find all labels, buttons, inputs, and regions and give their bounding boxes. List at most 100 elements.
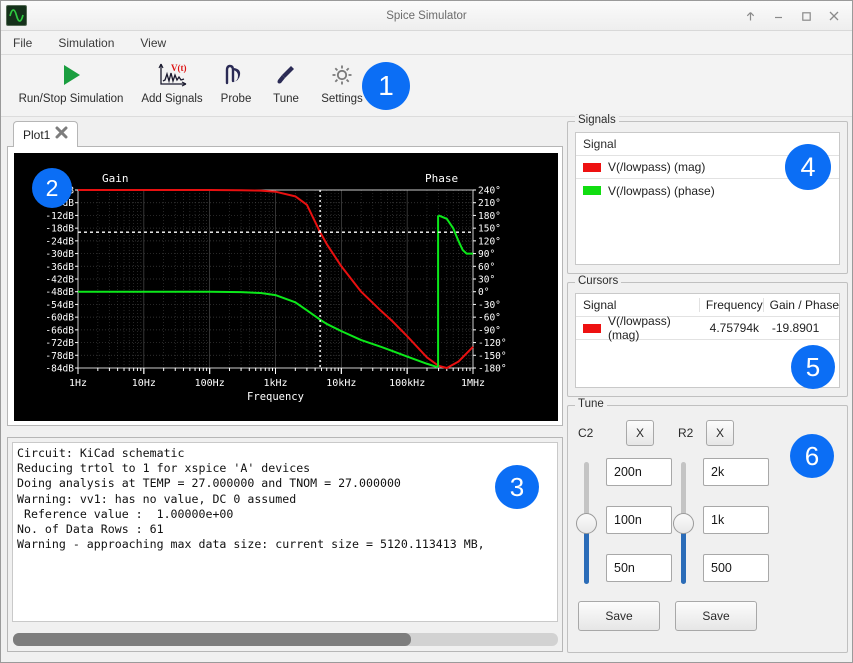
svg-text:1Hz: 1Hz (69, 378, 87, 389)
probe-pen-icon (221, 59, 251, 91)
r2-save-button[interactable]: Save (675, 601, 757, 631)
svg-text:100kHz: 100kHz (389, 378, 425, 389)
c2-max-input[interactable]: 200n (606, 458, 672, 486)
svg-text:-12dB: -12dB (45, 211, 74, 222)
svg-text:210°: 210° (478, 198, 501, 209)
svg-text:1kHz: 1kHz (263, 378, 287, 389)
svg-text:180°: 180° (478, 211, 501, 222)
add-signals-button[interactable]: V(t) Add Signals (133, 59, 211, 105)
bode-plot[interactable]: GainPhase0dB-6dB-12dB-18dB-24dB-30dB-36d… (14, 153, 556, 419)
annotation-badge-1: 1 (362, 62, 410, 110)
maximize-button[interactable] (794, 4, 818, 28)
svg-text:150°: 150° (478, 224, 501, 235)
svg-text:-66dB: -66dB (45, 325, 74, 336)
restore-up-button[interactable] (738, 4, 762, 28)
left-column: Plot1 GainPhase0dB-6dB-12dB-18dB-24dB-30… (7, 121, 563, 658)
c2-min-input[interactable]: 50n (606, 554, 672, 582)
settings-label: Settings (321, 93, 363, 105)
param-name-c2: C2 (578, 426, 626, 440)
svg-text:240°: 240° (478, 186, 501, 197)
svg-text:V(t): V(t) (171, 63, 187, 73)
cursor-frequency-value: 4.75794k (704, 321, 766, 335)
minimize-button[interactable] (766, 4, 790, 28)
probe-label: Probe (221, 93, 252, 105)
close-button[interactable] (822, 4, 846, 28)
simulation-log[interactable]: Circuit: KiCad schematic Reducing trtol … (12, 442, 558, 622)
console-scrollbar-thumb[interactable] (13, 633, 411, 646)
menu-bar: File Simulation View (1, 31, 852, 55)
annotation-badge-4: 4 (785, 144, 831, 190)
signals-header-label: Signal (583, 137, 616, 151)
svg-text:Phase: Phase (425, 172, 458, 185)
svg-text:-42dB: -42dB (45, 275, 74, 286)
r2-slider-knob[interactable] (673, 513, 694, 534)
svg-text:-90°: -90° (478, 325, 501, 336)
annotation-badge-6: 6 (790, 434, 834, 478)
right-column: Signals Signal V(/lowpass) (mag) V(/lowp… (567, 121, 848, 661)
run-stop-simulation-label: Run/Stop Simulation (19, 93, 124, 105)
svg-text:Frequency: Frequency (247, 391, 304, 403)
cursor-color-swatch (583, 324, 601, 333)
cursors-header-gain-phase: Gain / Phase (763, 298, 839, 312)
screwdriver-icon (271, 59, 301, 91)
svg-text:-18dB: -18dB (45, 224, 74, 235)
cursor-gain-phase-value: -19.8901 (766, 321, 839, 335)
svg-text:100Hz: 100Hz (195, 378, 225, 389)
probe-button[interactable]: Probe (211, 59, 261, 105)
svg-text:30°: 30° (478, 275, 495, 286)
cursors-header-frequency: Frequency (699, 298, 763, 312)
svg-text:-48dB: -48dB (45, 287, 74, 298)
plot-frame: GainPhase0dB-6dB-12dB-18dB-24dB-30dB-36d… (7, 146, 563, 426)
menu-view[interactable]: View (138, 34, 168, 52)
tune-button[interactable]: Tune (261, 59, 311, 105)
svg-text:-180°: -180° (478, 364, 507, 375)
annotation-badge-5: 5 (791, 345, 835, 389)
svg-text:-72dB: -72dB (45, 338, 74, 349)
menu-file[interactable]: File (11, 34, 34, 52)
run-stop-simulation-button[interactable]: Run/Stop Simulation (9, 59, 133, 105)
console-horizontal-scrollbar[interactable] (13, 633, 558, 646)
app-window: Spice Simulator File Simulation View (0, 0, 853, 663)
toolbar: Run/Stop Simulation V(t) Add Signals (1, 55, 852, 117)
svg-text:-36dB: -36dB (45, 262, 74, 273)
svg-text:1MHz: 1MHz (461, 378, 485, 389)
plot-svg: GainPhase0dB-6dB-12dB-18dB-24dB-30dB-36d… (14, 153, 558, 421)
r2-max-input[interactable]: 2k (703, 458, 769, 486)
close-x-icon[interactable] (55, 126, 68, 144)
svg-text:-78dB: -78dB (45, 351, 74, 362)
cursor-signal-label: V(/lowpass) (mag) (608, 314, 704, 342)
svg-text:-60dB: -60dB (45, 313, 74, 324)
annotation-badge-3: 3 (495, 465, 539, 509)
svg-text:-30°: -30° (478, 300, 501, 311)
clear-c2-button[interactable]: X (626, 420, 654, 446)
waveform-vt-icon: V(t) (155, 59, 189, 91)
r2-slider[interactable] (681, 462, 686, 584)
window-title: Spice Simulator (1, 10, 852, 22)
c2-current-input[interactable]: 100n (606, 506, 672, 534)
signals-group-title: Signals (575, 114, 619, 126)
c2-slider-fill (584, 528, 589, 584)
gear-icon (327, 59, 357, 91)
c2-slider[interactable] (584, 462, 589, 584)
tab-strip: Plot1 (13, 121, 78, 147)
cursors-group-title: Cursors (575, 275, 621, 287)
menu-simulation[interactable]: Simulation (56, 34, 116, 52)
c2-slider-knob[interactable] (576, 513, 597, 534)
table-row[interactable]: V(/lowpass) (mag) 4.75794k -19.8901 (576, 317, 839, 340)
signal-label: V(/lowpass) (mag) (608, 160, 705, 174)
svg-text:-84dB: -84dB (45, 364, 74, 375)
svg-text:-150°: -150° (478, 351, 507, 362)
tab-plot1[interactable]: Plot1 (13, 121, 78, 147)
svg-text:Gain: Gain (102, 172, 129, 185)
r2-current-input[interactable]: 1k (703, 506, 769, 534)
signal-color-swatch (583, 186, 601, 195)
svg-text:90°: 90° (478, 249, 495, 260)
console-panel: Circuit: KiCad schematic Reducing trtol … (7, 437, 563, 652)
svg-text:10Hz: 10Hz (132, 378, 156, 389)
r2-min-input[interactable]: 500 (703, 554, 769, 582)
c2-save-button[interactable]: Save (578, 601, 660, 631)
window-controls (738, 1, 846, 31)
annotation-badge-2: 2 (32, 168, 72, 208)
clear-r2-button[interactable]: X (706, 420, 734, 446)
svg-text:-54dB: -54dB (45, 300, 74, 311)
